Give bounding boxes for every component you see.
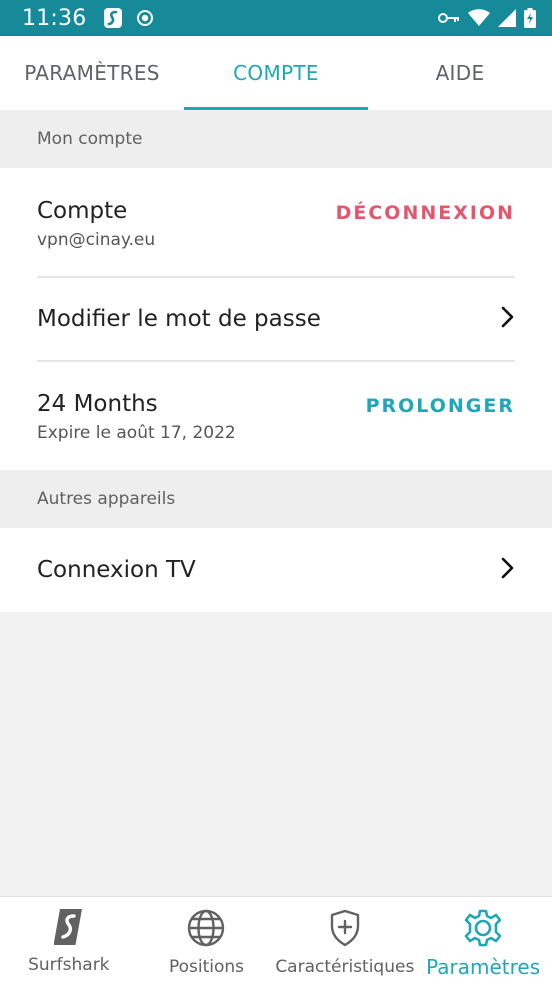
subscription-expiry: Expire le août 17, 2022 [37,423,236,443]
logout-button[interactable]: DÉCONNEXION [336,202,515,224]
nav-positions[interactable]: Positions [138,897,276,981]
extend-button[interactable]: PROLONGER [366,395,515,417]
other-devices-card: Connexion TV [0,528,552,612]
status-bar: 11:36 [0,0,552,36]
account-card: Compte vpn@cinay.eu DÉCONNEXION Modifier… [0,168,552,470]
top-tab-bar: PARAMÈTRES COMPTE AIDE [0,36,552,110]
change-password-row[interactable]: Modifier le mot de passe [37,278,515,360]
tv-connection-label: Connexion TV [37,557,196,583]
record-icon [136,9,154,27]
nav-settings-label: Paramètres [426,955,541,979]
shield-plus-icon [329,909,361,951]
chevron-right-icon [501,306,515,332]
wifi-icon [468,9,490,27]
nav-features[interactable]: Caractéristiques [275,897,414,981]
nav-surfshark-label: Surfshark [28,955,110,975]
nav-features-label: Caractéristiques [275,957,415,977]
account-title: Compte [37,198,128,224]
account-row: Compte vpn@cinay.eu DÉCONNEXION [37,198,515,250]
surfshark-logo-icon [104,8,123,28]
section-header-account: Mon compte [0,110,552,168]
signal-icon [498,9,516,27]
chevron-right-icon [501,557,515,583]
tab-compte[interactable]: COMPTE [184,36,368,110]
tv-connection-row[interactable]: Connexion TV [37,528,515,612]
subscription-title: 24 Months [37,391,158,417]
surfshark-logo-icon [53,909,84,949]
vpn-key-icon [438,12,460,24]
battery-charging-icon [524,8,536,28]
divider [37,360,515,362]
status-time: 11:36 [22,5,87,31]
nav-settings[interactable]: Paramètres [414,897,552,981]
nav-surfshark[interactable]: Surfshark [0,897,138,981]
nav-positions-label: Positions [168,957,245,977]
bottom-nav: Surfshark Positions Caractéristiques Par… [0,896,552,981]
subscription-row: 24 Months Expire le août 17, 2022 PROLON… [37,391,515,443]
tab-aide[interactable]: AIDE [368,36,552,110]
account-email: vpn@cinay.eu [37,230,156,250]
tab-parametres[interactable]: PARAMÈTRES [0,36,184,110]
gear-icon [464,909,502,951]
change-password-label: Modifier le mot de passe [37,306,321,332]
section-header-other-devices: Autres appareils [0,470,552,528]
globe-icon [187,909,225,951]
